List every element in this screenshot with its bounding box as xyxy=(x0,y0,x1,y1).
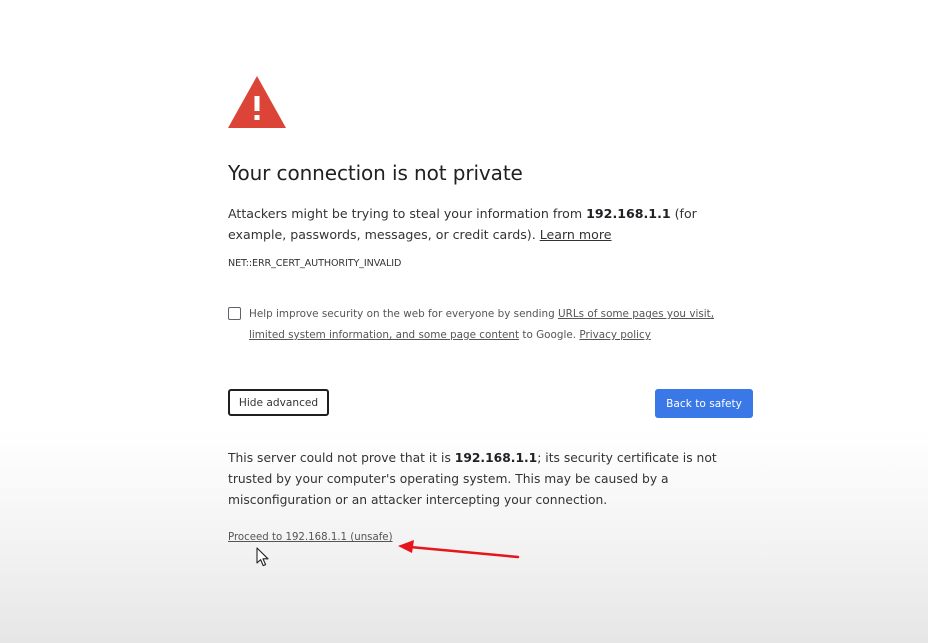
opt-in-checkbox[interactable] xyxy=(228,307,241,320)
opt-in-text-after: to Google. xyxy=(519,329,580,341)
error-code: NET::ERR_CERT_AUTHORITY_INVALID xyxy=(228,258,402,269)
warning-triangle-icon xyxy=(228,76,286,128)
mouse-pointer-icon xyxy=(256,547,269,567)
back-to-safety-button[interactable]: Back to safety xyxy=(655,389,753,418)
opt-in-text-before: Help improve security on the web for eve… xyxy=(249,308,559,320)
learn-more-link[interactable]: Learn more xyxy=(540,227,612,242)
advanced-details: This server could not prove that it is 1… xyxy=(228,448,743,511)
page-title: Your connection is not private xyxy=(228,161,523,185)
main-message: Attackers might be trying to steal your … xyxy=(228,203,728,245)
advanced-host: 192.168.1.1 xyxy=(454,451,538,465)
proceed-unsafe-link[interactable]: Proceed to 192.168.1.1 (unsafe) xyxy=(228,532,393,543)
advanced-prefix: This server could not prove that it is xyxy=(228,451,455,465)
opt-in-label: Help improve security on the web for eve… xyxy=(249,304,749,346)
message-host: 192.168.1.1 xyxy=(586,206,671,221)
privacy-policy-link[interactable]: Privacy policy xyxy=(579,329,651,341)
message-prefix: Attackers might be trying to steal your … xyxy=(228,206,587,221)
red-arrow-icon xyxy=(398,540,520,559)
hide-advanced-button[interactable]: Hide advanced xyxy=(228,389,329,416)
